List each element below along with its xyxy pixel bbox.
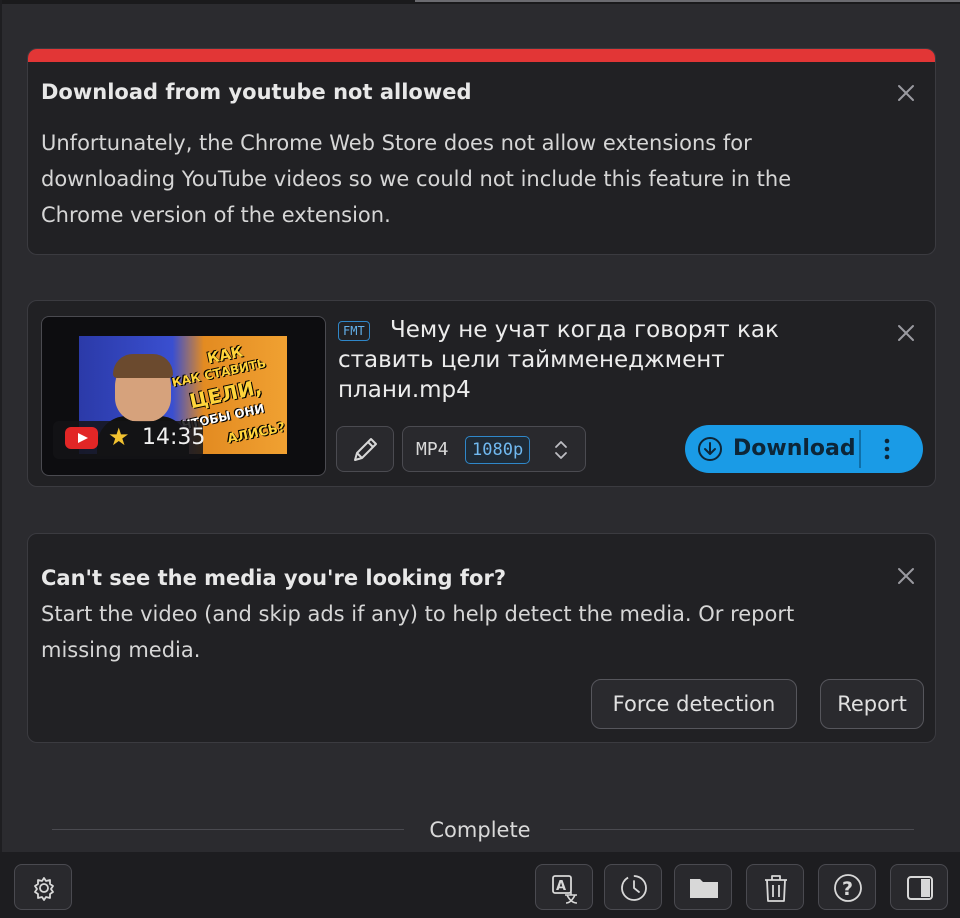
- youtube-not-allowed-notice: Download from youtube not allowed Unfort…: [27, 48, 936, 255]
- notice-title: Download from youtube not allowed: [41, 80, 472, 104]
- trash-icon: [765, 875, 787, 902]
- fmt-badge: FMT: [338, 321, 370, 341]
- download-split-divider: [859, 430, 861, 468]
- window-left-edge: [0, 0, 2, 918]
- pencil-icon: [354, 438, 377, 461]
- media-filename: Чему не учат когда говорят как ставить ц…: [338, 317, 779, 403]
- sidebar-icon: [907, 876, 933, 900]
- download-label: Download: [733, 436, 856, 461]
- open-folder-button[interactable]: [674, 864, 732, 910]
- help-button[interactable]: ?: [818, 864, 876, 910]
- history-icon: [621, 875, 647, 901]
- media-close-icon[interactable]: [896, 323, 916, 343]
- video-thumbnail[interactable]: КАК КАК СТАВИТЬ ЦЕЛИ, ЧТОБЫ ОНИ АЛИСЬ? ★…: [41, 316, 326, 476]
- translate-icon: A: [552, 875, 578, 904]
- alert-bar: [28, 49, 935, 62]
- bottom-toolbar: A ?: [0, 852, 960, 918]
- download-icon: [698, 437, 722, 461]
- hint-title: Can't see the media you're looking for?: [41, 566, 507, 590]
- toggle-sidebar-button[interactable]: [890, 864, 948, 910]
- format-type: MP4: [416, 439, 449, 460]
- video-duration: 14:35: [142, 425, 206, 450]
- settings-icon: [34, 877, 54, 901]
- svg-text:?: ?: [842, 878, 853, 900]
- hint-close-icon[interactable]: [896, 566, 916, 586]
- more-options-icon: [884, 438, 890, 460]
- quality-badge: 1080p: [465, 436, 531, 464]
- status-complete: Complete: [429, 818, 531, 842]
- media-detection-hint: Can't see the media you're looking for? …: [27, 533, 936, 743]
- report-button[interactable]: Report: [820, 679, 924, 729]
- star-icon[interactable]: ★: [108, 423, 130, 451]
- svg-text:A: A: [556, 879, 566, 894]
- translate-button[interactable]: A: [535, 864, 593, 910]
- history-button[interactable]: [604, 864, 662, 910]
- media-item: КАК КАК СТАВИТЬ ЦЕЛИ, ЧТОБЫ ОНИ АЛИСЬ? ★…: [27, 300, 936, 487]
- notice-body: Unfortunately, the Chrome Web Store does…: [41, 131, 792, 227]
- updown-chevron-icon: [555, 441, 567, 459]
- thumbnail-word-5: АЛИСЬ?: [226, 420, 287, 447]
- force-detection-button[interactable]: Force detection: [591, 679, 797, 729]
- notice-close-icon[interactable]: [896, 83, 916, 103]
- clear-button[interactable]: [746, 864, 804, 910]
- folder-icon: [690, 879, 718, 898]
- help-icon: ?: [834, 874, 862, 902]
- youtube-logo-icon: [65, 427, 98, 449]
- settings-button[interactable]: [14, 864, 72, 910]
- rename-button[interactable]: [336, 426, 394, 472]
- window-top-highlight: [415, 0, 960, 2]
- download-button[interactable]: Download: [685, 425, 923, 473]
- format-select[interactable]: MP4 1080p: [402, 426, 586, 472]
- hint-body: Start the video (and skip ads if any) to…: [41, 602, 795, 662]
